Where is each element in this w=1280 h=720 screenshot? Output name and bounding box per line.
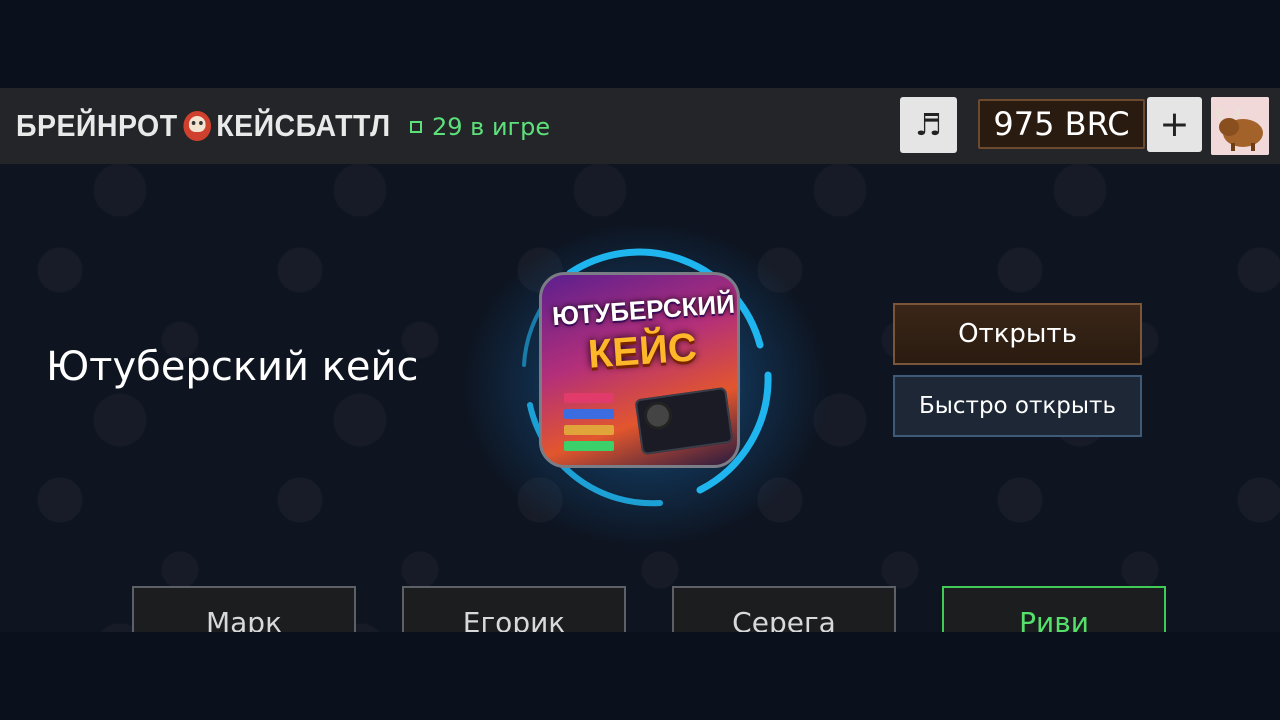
brand-right-text: КЕЙСБАТТЛ [216, 108, 391, 143]
case-image-chips [564, 393, 614, 457]
music-note-icon: ♬ [915, 107, 942, 143]
chip-orange [564, 425, 614, 435]
brand-left-text: БРЕЙНРОТ [16, 108, 178, 143]
case-title: Ютуберский кейс [46, 344, 419, 390]
player-tab-mark[interactable]: Марк [132, 586, 356, 632]
plus-icon: + [1159, 104, 1190, 145]
chip-red [564, 393, 614, 403]
fast-open-label: Быстро открыть [918, 393, 1117, 419]
bottom-letterbox [0, 632, 1280, 720]
balance-display: 975 BRC [978, 99, 1145, 149]
yak-avatar-icon [1211, 97, 1269, 155]
music-toggle-button[interactable]: ♬ [900, 97, 957, 153]
chip-blue [564, 409, 614, 419]
open-case-label: Открыть [958, 319, 1077, 349]
player-name: Серега [732, 606, 836, 632]
online-text: 29 в игре [432, 113, 551, 141]
open-case-button[interactable]: Открыть [893, 303, 1142, 365]
camera-device-icon [634, 386, 734, 456]
case-image-line2: КЕЙС [586, 325, 699, 377]
chip-green [564, 441, 614, 451]
player-tab-serega[interactable]: Серега [672, 586, 896, 632]
fast-open-button[interactable]: Быстро открыть [893, 375, 1142, 437]
player-name: Риви [1019, 606, 1089, 632]
player-tab-egorik[interactable]: Егорик [402, 586, 626, 632]
online-counter: 29 в игре [410, 113, 551, 141]
player-tab-rivi[interactable]: Риви [942, 586, 1166, 632]
online-indicator-icon [410, 121, 422, 133]
skull-icon [183, 111, 211, 141]
brand-logo[interactable]: БРЕЙНРОТ КЕЙСБАТТЛ [16, 106, 391, 146]
add-balance-button[interactable]: + [1147, 97, 1202, 152]
balance-text: 975 BRC [993, 105, 1130, 143]
user-avatar[interactable] [1211, 97, 1269, 155]
top-letterbox [0, 0, 1280, 88]
player-name: Егорик [462, 606, 566, 632]
case-image[interactable]: ЮТУБЕРСКИЙ КЕЙС [539, 272, 740, 468]
player-name: Марк [205, 606, 282, 632]
